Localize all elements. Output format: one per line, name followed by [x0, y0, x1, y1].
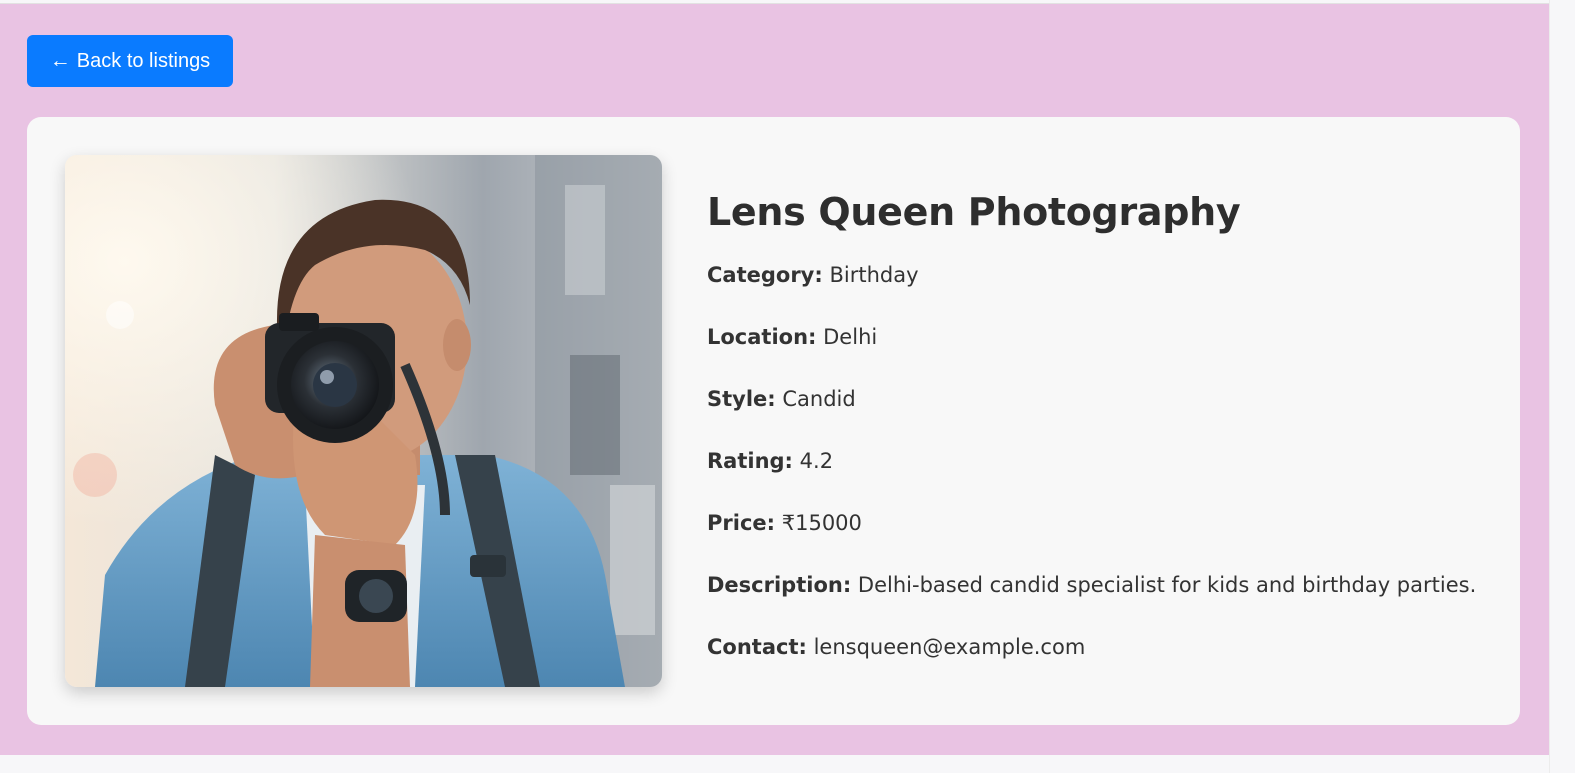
field-rating: Rating: 4.2	[707, 448, 1497, 474]
listing-title: Lens Queen Photography	[707, 190, 1241, 234]
field-price: Price: ₹15000	[707, 510, 1497, 536]
arrow-left-icon: ←	[49, 49, 71, 72]
listing-details: Lens Queen Photography Category: Birthda…	[707, 177, 1497, 660]
page-background: ← Back to listings Lens Queen Photograph…	[0, 3, 1549, 755]
field-location: Location: Delhi	[707, 324, 1497, 350]
field-contact: Contact: lensqueen@example.com	[707, 634, 1497, 660]
field-label: Description:	[707, 573, 852, 597]
field-value: 4.2	[799, 449, 834, 473]
field-label: Location:	[707, 325, 817, 349]
field-description: Description: Delhi-based candid speciali…	[707, 572, 1497, 598]
field-label: Style:	[707, 387, 776, 411]
field-value: Candid	[782, 387, 856, 411]
listing-photo	[65, 155, 662, 687]
field-label: Rating:	[707, 449, 793, 473]
scrollbar-track[interactable]	[1549, 0, 1575, 773]
back-to-listings-button[interactable]: ← Back to listings	[27, 35, 233, 87]
field-label: Contact:	[707, 635, 807, 659]
field-value: Delhi	[823, 325, 878, 349]
field-value: Delhi-based candid specialist for kids a…	[857, 573, 1477, 597]
field-value: Birthday	[829, 263, 919, 287]
photographer-image	[65, 155, 662, 687]
field-style: Style: Candid	[707, 386, 1497, 412]
field-label: Price:	[707, 511, 776, 535]
field-category: Category: Birthday	[707, 262, 1497, 288]
back-button-label: Back to listings	[76, 49, 211, 72]
field-value[interactable]: lensqueen@example.com	[814, 635, 1086, 659]
listing-card: Lens Queen Photography Category: Birthda…	[27, 117, 1520, 725]
field-label: Category:	[707, 263, 823, 287]
field-value: ₹15000	[781, 511, 862, 535]
